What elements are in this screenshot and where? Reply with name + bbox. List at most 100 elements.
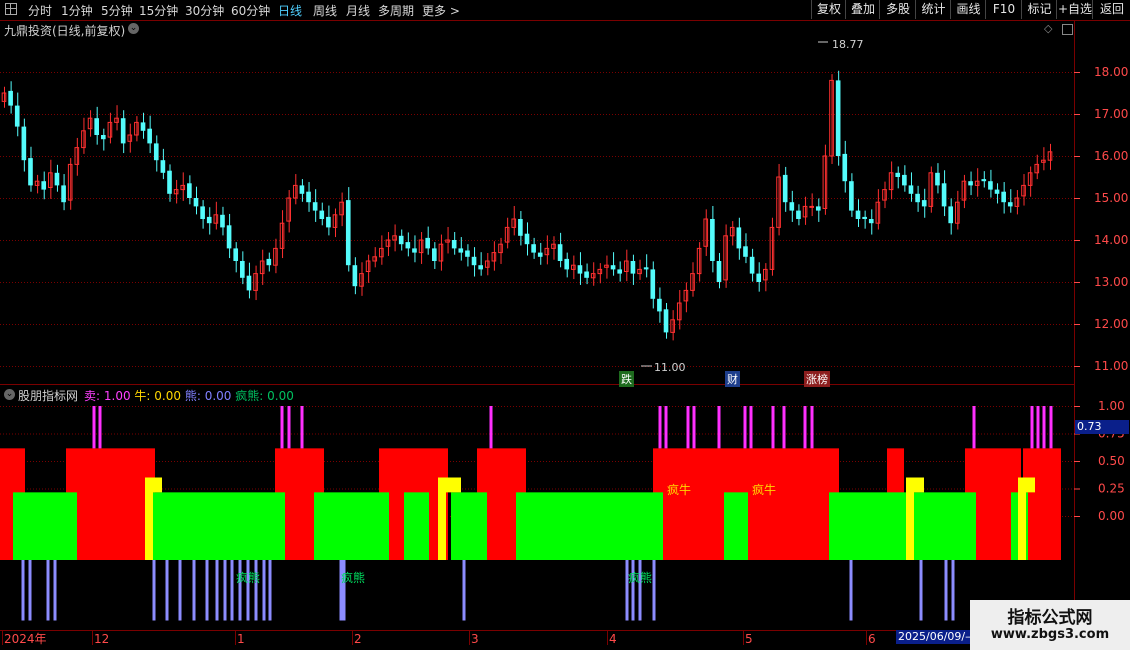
bull-block [1023, 448, 1061, 560]
bear-block [404, 492, 429, 560]
candle-body [200, 206, 205, 219]
candle-body [359, 273, 364, 287]
candlestick-series [1, 41, 1053, 367]
bull-block [736, 448, 839, 560]
bull-block [66, 448, 155, 560]
candle-body [8, 90, 13, 106]
candle-body [968, 181, 973, 186]
indicator-tick-label: 1.00 [1098, 399, 1125, 413]
price-tick-label: 17.00 [1094, 107, 1128, 121]
candle-body [140, 122, 146, 131]
bull-yellow-cap [438, 477, 461, 493]
price-tick-label: 18.00 [1094, 65, 1128, 79]
legend-bull-value: 0.00 [154, 389, 182, 403]
candle-body [981, 179, 987, 182]
candle-body [584, 271, 589, 278]
candle-body [789, 202, 795, 211]
event-tag-drop[interactable]: 跌 [619, 371, 634, 387]
candle-body [28, 158, 33, 186]
low-price-label: 11.00 [654, 361, 686, 374]
candle-body [451, 240, 457, 249]
legend-crazy-bear-value: 0.00 [267, 389, 294, 403]
bear-block [451, 492, 487, 560]
candle-body [815, 206, 821, 211]
candle-body [332, 214, 338, 228]
bear-block [724, 492, 748, 560]
time-axis-label: 12 [94, 632, 109, 646]
candle-body [167, 170, 172, 194]
candle-body [809, 205, 814, 208]
candle-body [478, 265, 483, 270]
candle-body [888, 172, 894, 191]
candle-body [398, 235, 404, 245]
watermark-url: www.zbgs3.com [990, 627, 1110, 642]
time-axis-label: 1 [237, 632, 245, 646]
candle-body [849, 181, 854, 211]
indicator-legend: 卖: 1.00 牛: 0.00 熊: 0.00 疯熊: 0.00 [84, 387, 294, 404]
bear-block [829, 492, 976, 560]
event-tag-finance[interactable]: 财 [725, 371, 740, 387]
bear-block [516, 492, 663, 560]
candle-body [345, 200, 351, 266]
indicator-current-value: 0.73 [1075, 420, 1129, 434]
candle-body [630, 261, 636, 274]
candle-body [412, 248, 417, 253]
candle-body [716, 261, 722, 282]
time-axis-label: 2 [354, 632, 362, 646]
chevron-down-icon[interactable]: ⌄ [128, 23, 139, 34]
bear-block [13, 492, 77, 560]
candle-body [908, 185, 914, 194]
candle-body [273, 247, 278, 266]
price-tick-label: 16.00 [1094, 149, 1128, 163]
candle-body [597, 268, 603, 275]
bull-label: 疯牛 [752, 483, 777, 497]
candle-body [504, 226, 510, 243]
price-tick-label: 15.00 [1094, 191, 1128, 205]
candle-body [233, 248, 239, 261]
indicator-tick-label: 0.00 [1098, 509, 1125, 523]
candle-body [862, 216, 867, 219]
candle-body [994, 189, 1000, 194]
candle-body [518, 219, 523, 236]
candle-body [657, 298, 662, 312]
diamond-icon[interactable]: ◇ [1044, 22, 1052, 35]
legend-sell-label: 卖: [84, 389, 101, 403]
candle-body [458, 248, 464, 253]
time-axis-label: 3 [471, 632, 479, 646]
event-tag-rise-list[interactable]: 涨榜 [804, 371, 830, 387]
candle-body [160, 160, 166, 173]
candle-body [1021, 184, 1026, 197]
candle-body [471, 256, 477, 266]
candle-body [663, 309, 669, 333]
legend-bear-value: 0.00 [204, 389, 232, 403]
candle-body [776, 176, 781, 228]
legend-sell-value: 1.00 [103, 389, 131, 403]
candle-body [326, 216, 331, 228]
candle-body [915, 193, 920, 203]
candle-body [54, 172, 60, 186]
candle-body [94, 118, 100, 135]
candle-body [935, 172, 940, 186]
panel-toggle-icon[interactable] [1062, 24, 1073, 35]
bull-label: 疯牛 [667, 483, 692, 497]
candle-body [643, 267, 649, 270]
price-tick-label: 14.00 [1094, 233, 1128, 247]
candle-body [756, 273, 762, 282]
candle-body [743, 246, 748, 257]
chevron-down-icon[interactable]: ⌄ [4, 389, 15, 400]
chart-area: 18.0017.0016.0015.0014.0013.0012.0011.00… [0, 20, 1130, 650]
bear-label: 疯熊 [236, 571, 261, 585]
candle-body [835, 80, 841, 156]
candle-body [465, 250, 470, 257]
candle-body [425, 237, 431, 249]
bear-block [314, 492, 389, 560]
time-axis-label: 6 [868, 632, 876, 646]
time-axis-label: 4 [609, 632, 617, 646]
candle-body [1027, 172, 1033, 186]
candle-body [266, 258, 272, 266]
candle-body [1041, 159, 1046, 163]
candle-body [147, 128, 152, 144]
legend-bull-label: 牛: [134, 389, 151, 403]
candle-body [14, 105, 20, 127]
candle-body [524, 233, 530, 245]
